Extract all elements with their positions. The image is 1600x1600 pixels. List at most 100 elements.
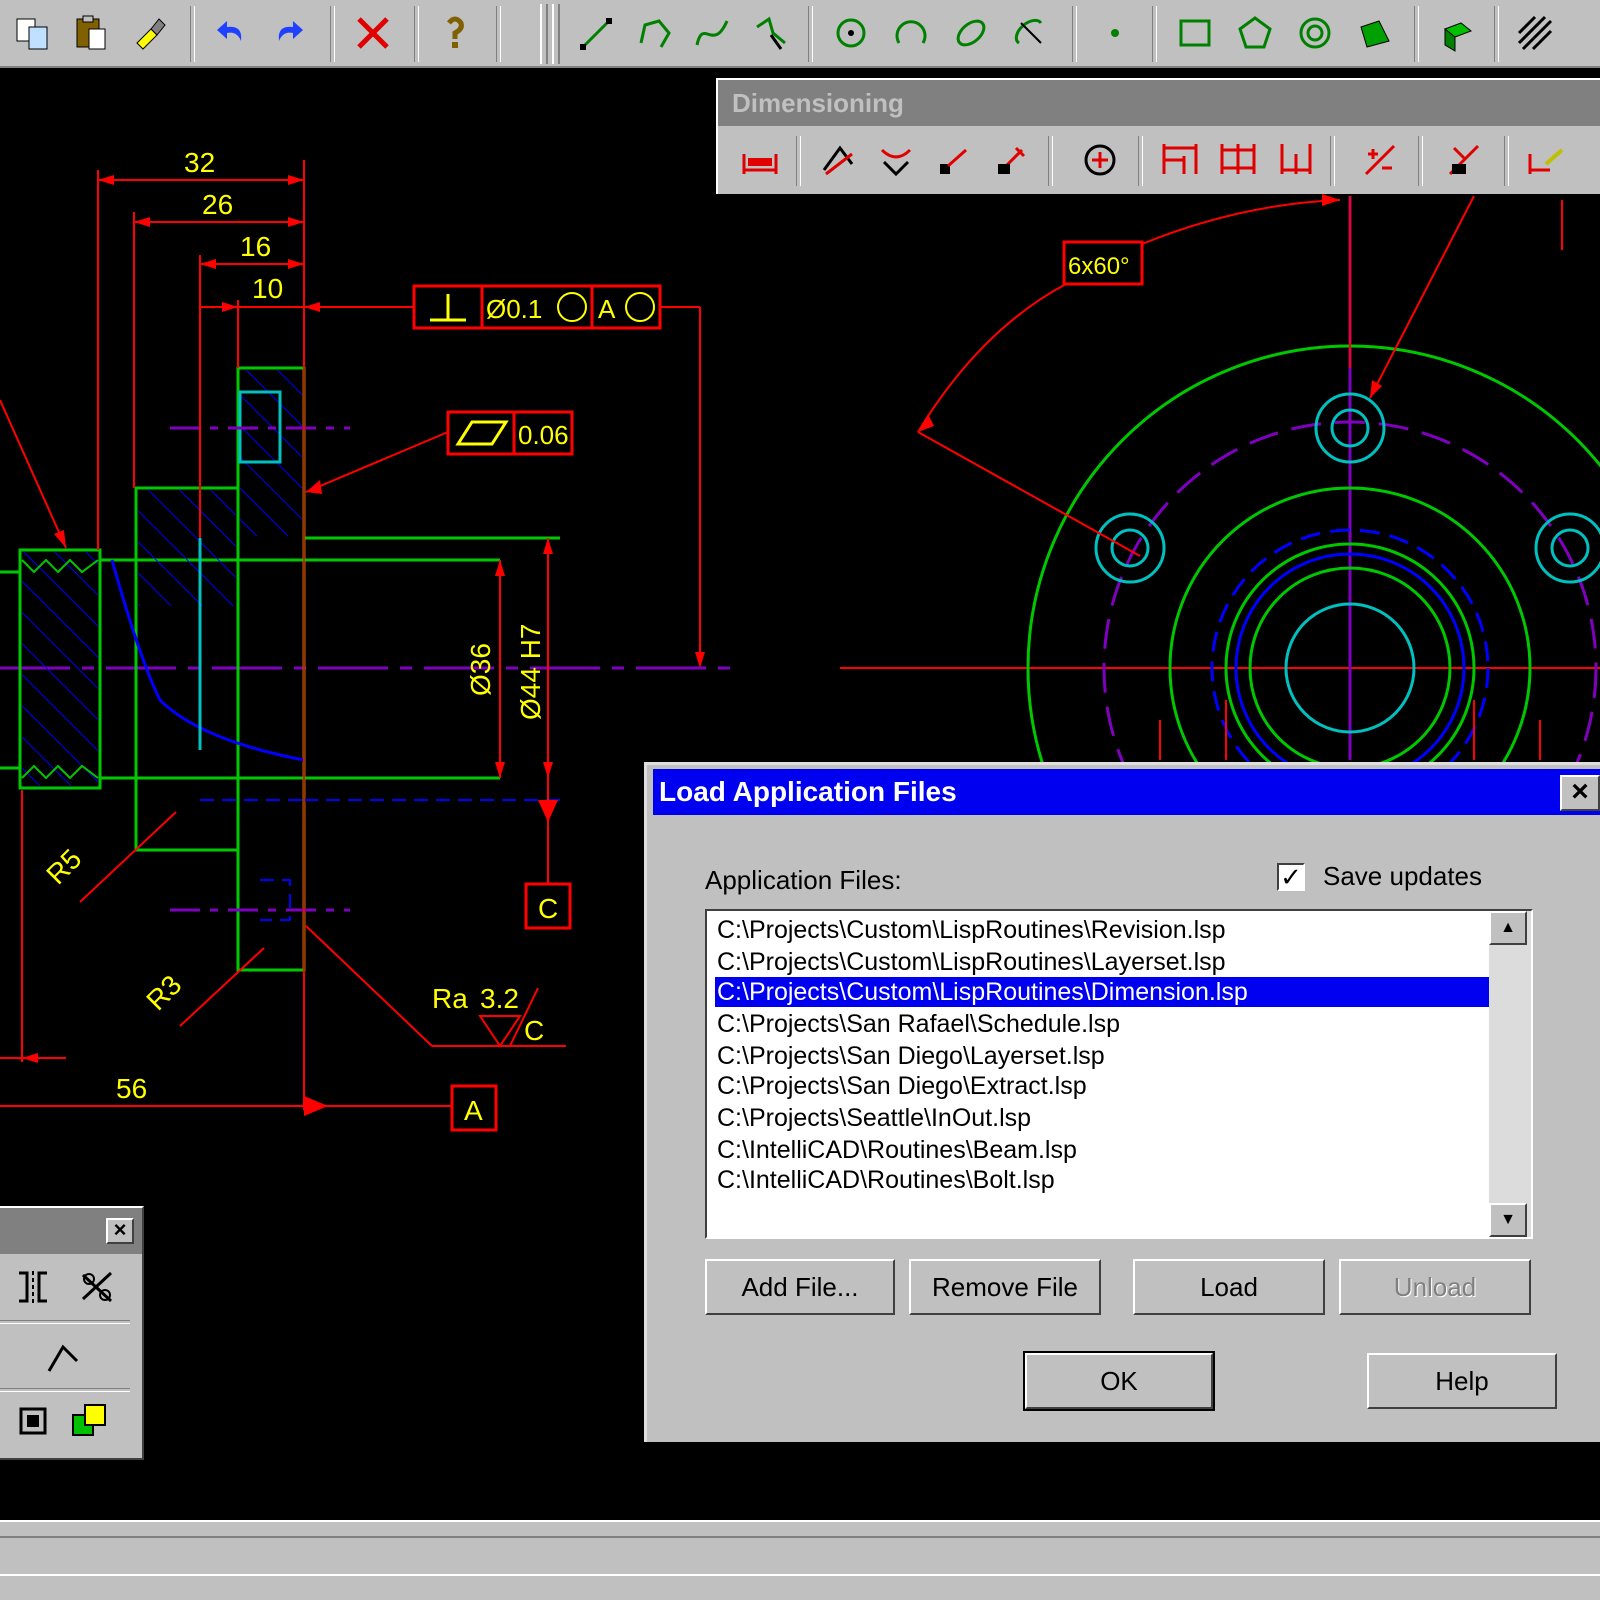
- dim-16: 16: [240, 231, 271, 262]
- modify-toolbar: ×: [0, 1206, 144, 1460]
- dimensioning-toolbar: Dimensioning: [716, 78, 1600, 194]
- unload-button[interactable]: Unload: [1339, 1259, 1531, 1315]
- datum-c: C: [524, 882, 572, 930]
- toolbar-grip[interactable]: [540, 4, 548, 64]
- ra-value: 3.2: [480, 983, 519, 1014]
- ra-label: Ra: [432, 983, 468, 1014]
- ellipse-icon[interactable]: [946, 8, 996, 58]
- svg-text:A: A: [464, 1095, 483, 1126]
- dimension-text-icon[interactable]: [1520, 134, 1572, 186]
- polyline-icon[interactable]: [630, 8, 680, 58]
- list-item[interactable]: C:\Projects\Custom\LispRoutines\Layerset…: [715, 947, 1489, 977]
- list-item[interactable]: C:\Projects\Custom\LispRoutines\Revision…: [715, 915, 1489, 945]
- polygon-icon[interactable]: [1230, 8, 1280, 58]
- tolerance-icon[interactable]: [1354, 134, 1406, 186]
- baseline-dimension-icon[interactable]: [1154, 134, 1206, 186]
- remove-file-button[interactable]: Remove File: [909, 1259, 1101, 1315]
- save-updates-label: Save updates: [1323, 861, 1483, 891]
- continue-dimension-icon[interactable]: [1212, 134, 1264, 186]
- list-scrollbar[interactable]: ▲ ▼: [1489, 911, 1531, 1237]
- center-mark-icon[interactable]: [1074, 134, 1126, 186]
- dim-r5: R5: [40, 843, 87, 890]
- ok-button[interactable]: OK: [1023, 1351, 1215, 1411]
- list-item[interactable]: C:\IntelliCAD\Routines\Beam.lsp: [715, 1135, 1489, 1165]
- dialog-title: Load Application Files: [659, 776, 957, 807]
- close-icon[interactable]: ×: [1560, 775, 1600, 811]
- list-item[interactable]: C:\Projects\San Diego\Layerset.lsp: [715, 1041, 1489, 1071]
- spline-icon[interactable]: [688, 8, 738, 58]
- list-item[interactable]: C:\Projects\San Diego\Extract.lsp: [715, 1071, 1489, 1101]
- help-icon[interactable]: [430, 8, 480, 58]
- point-icon[interactable]: [1090, 8, 1140, 58]
- angular-dimension-icon[interactable]: [870, 134, 922, 186]
- save-updates-checkbox[interactable]: ✓ Save updates: [1277, 861, 1482, 892]
- dim-26: 26: [202, 189, 233, 220]
- svg-text:0.06: 0.06: [518, 420, 569, 450]
- dimension-chain-icon[interactable]: [1270, 134, 1322, 186]
- rectangle-icon[interactable]: [1170, 8, 1220, 58]
- ordinate-dimension-icon[interactable]: [928, 134, 980, 186]
- dim-10: 10: [252, 273, 283, 304]
- list-item[interactable]: C:\Projects\Seattle\InOut.lsp: [715, 1103, 1489, 1133]
- svg-text:A: A: [598, 294, 616, 324]
- hatch-region: [138, 490, 236, 606]
- status-bar-panel: [0, 1536, 1600, 1576]
- checkmark-icon[interactable]: ✓: [1277, 862, 1305, 891]
- list-item[interactable]: C:\Projects\San Rafael\Schedule.lsp: [715, 1009, 1489, 1039]
- datum-a: A: [450, 1084, 498, 1132]
- paste-icon[interactable]: [66, 8, 116, 58]
- svg-text:6x60°: 6x60°: [1068, 253, 1130, 280]
- ellipse-arc-icon[interactable]: [1006, 8, 1056, 58]
- line-icon[interactable]: [572, 8, 622, 58]
- 3d-face-icon[interactable]: [1432, 8, 1482, 58]
- scroll-down-icon[interactable]: ▼: [1489, 1203, 1527, 1237]
- dimension-edit-icon[interactable]: [1438, 134, 1490, 186]
- toolbar-separator: [330, 6, 335, 62]
- close-icon[interactable]: ×: [106, 1218, 134, 1244]
- region-icon[interactable]: [6, 1394, 60, 1448]
- freehand-icon[interactable]: [746, 8, 796, 58]
- svg-text:Ø0.1: Ø0.1: [486, 294, 542, 324]
- dimension-lines: [0, 160, 701, 1110]
- hatch-icon[interactable]: [1510, 8, 1560, 58]
- perpendicularity-tolerance-frame: Ø0.1 A: [412, 284, 662, 330]
- load-application-files-dialog: Load Application Files × Application Fil…: [644, 762, 1600, 1442]
- boolean-icon[interactable]: [62, 1394, 116, 1448]
- toolbar-grip[interactable]: [552, 4, 560, 64]
- dim-32: 32: [184, 147, 215, 178]
- delete-icon[interactable]: [348, 8, 398, 58]
- copy-icon[interactable]: [8, 8, 58, 58]
- linear-dimension-icon[interactable]: [734, 134, 786, 186]
- svg-text:C: C: [538, 893, 558, 924]
- list-item-selected[interactable]: C:\Projects\Custom\LispRoutines\Dimensio…: [715, 977, 1489, 1007]
- load-button[interactable]: Load: [1133, 1259, 1325, 1315]
- chamfer-icon[interactable]: [36, 1330, 90, 1384]
- toolbar-separator: [808, 6, 813, 62]
- trim-icon[interactable]: [70, 1260, 124, 1314]
- circle-icon[interactable]: [826, 8, 876, 58]
- add-file-button[interactable]: Add File...: [705, 1259, 895, 1315]
- dimension-texts: 32 26 16 10 56 Ø36 Ø44 H7 R5 R3 Ra 3.2 C: [40, 147, 546, 1104]
- dimensioning-toolbar-title[interactable]: Dimensioning: [718, 80, 1600, 126]
- redo-icon[interactable]: [264, 8, 314, 58]
- help-button[interactable]: Help: [1367, 1353, 1557, 1409]
- dim-r3: R3: [140, 969, 187, 1016]
- toolbar-separator: [190, 6, 195, 62]
- aligned-dimension-icon[interactable]: [812, 134, 864, 186]
- solid-icon[interactable]: [1350, 8, 1400, 58]
- application-files-list[interactable]: C:\Projects\Custom\LispRoutines\Revision…: [705, 909, 1533, 1239]
- radius-dimension-icon[interactable]: [986, 134, 1038, 186]
- arc-icon[interactable]: [886, 8, 936, 58]
- match-properties-icon[interactable]: [124, 8, 174, 58]
- toolbar-separator: [1414, 6, 1419, 62]
- list-item[interactable]: C:\IntelliCAD\Routines\Bolt.lsp: [715, 1165, 1489, 1195]
- modify-toolbar-title[interactable]: ×: [0, 1208, 142, 1254]
- toolbar-separator: [1072, 6, 1077, 62]
- donut-icon[interactable]: [1290, 8, 1340, 58]
- mirror-icon[interactable]: [6, 1260, 60, 1314]
- dialog-titlebar[interactable]: Load Application Files ×: [653, 769, 1600, 815]
- status-bar: [0, 1520, 1600, 1600]
- undo-icon[interactable]: [206, 8, 256, 58]
- hatch-region: [240, 370, 302, 536]
- scroll-up-icon[interactable]: ▲: [1489, 911, 1527, 945]
